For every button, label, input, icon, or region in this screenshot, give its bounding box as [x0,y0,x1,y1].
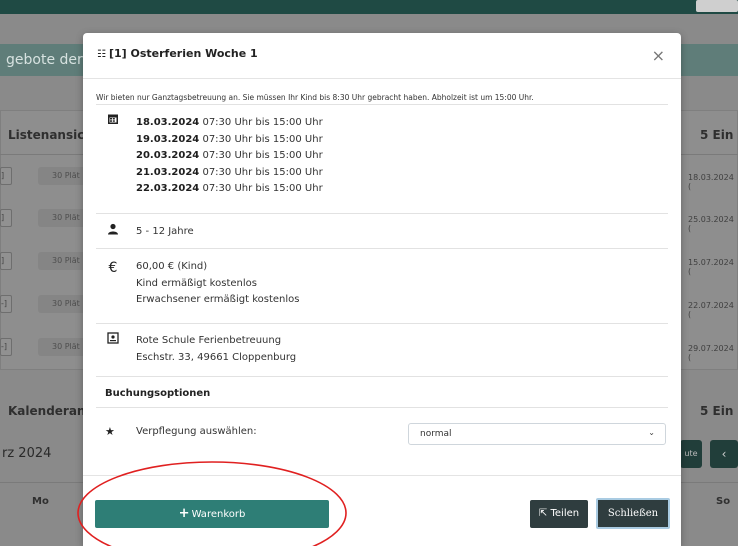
navbar-button[interactable] [696,0,738,12]
location-address: Rote Schule Ferienbetreuung Eschstr. 33,… [136,333,296,366]
date-list: 18.03.2024 07:30 Uhr bis 15:00 Uhr 19.03… [136,115,323,198]
list-row-chip[interactable]: ] [0,252,12,270]
price-item: 60,00 € (Kind) [136,261,208,272]
list-row-chip[interactable]: ] [0,209,12,227]
weekday-so: So [716,496,731,507]
age-range: 5 - 12 Jahre [136,226,194,237]
list-row-chip[interactable]: -] [0,295,12,313]
location-name: Rote Schule Ferienbetreuung [136,335,282,346]
row-date: 15.07.2024 ( [688,258,734,276]
chevron-down-icon: ⌄ [648,428,655,437]
row-date: 25.03.2024 ( [688,215,734,233]
euro-icon: € [108,260,118,276]
calendar-prev-button[interactable]: ‹ [710,440,738,468]
divider [96,248,668,249]
calendar-icon [105,113,121,128]
modal-title: ☷ [1] Osterferien Woche 1 [97,47,258,60]
calendar-view-heading: Kalenderan [8,404,86,418]
date-item: 18.03.2024 07:30 Uhr bis 15:00 Uhr [136,117,323,128]
modal-header: ☷ [1] Osterferien Woche 1 × [83,33,681,79]
share-button[interactable]: ⇱ Teilen [530,500,588,528]
page-header-text: gebote der F [6,52,96,68]
divider [96,104,668,105]
weekday-mo: Mo [32,496,49,507]
meal-select-value: normal [420,429,452,439]
list-view-heading: Listenansicl [8,128,89,142]
divider [96,323,668,324]
offer-detail-modal: ☷ [1] Osterferien Woche 1 × Wir bieten nu… [83,33,681,546]
date-item: 22.03.2024 07:30 Uhr bis 15:00 Uhr [136,183,323,194]
plus-icon: + [178,506,190,521]
calendar-month: rz 2024 [2,446,52,461]
star-icon: ★ [105,425,115,438]
price-item: Kind ermäßigt kostenlos [136,277,257,289]
price-list: 60,00 € (Kind) Kind ermäßigt kostenlos E… [136,259,299,309]
divider [680,154,738,155]
meal-select[interactable]: normal ⌄ [408,423,666,445]
entries-count: 5 Ein [700,404,734,418]
divider [0,154,90,155]
list-row-chip[interactable]: -] [0,338,12,356]
row-date: 29.07.2024 ( [688,344,734,362]
price-item: Erwachsener ermäßigt kostenlos [136,294,300,305]
divider [96,407,668,408]
list-icon: ☷ [97,49,106,60]
divider [96,376,668,377]
meal-option-label: Verpflegung auswählen: [136,426,257,437]
share-icon: ⇱ [538,508,548,519]
calendar-today-button[interactable]: ute [680,440,702,468]
add-to-cart-button[interactable]: + Warenkorb [95,500,329,528]
date-item: 21.03.2024 07:30 Uhr bis 15:00 Uhr [136,166,323,178]
close-icon[interactable]: × [652,46,665,65]
list-panel-left [0,110,90,370]
person-icon [105,223,121,238]
entries-count: 5 Ein [700,128,734,142]
row-date: 22.07.2024 ( [688,301,734,319]
modal-footer-divider [83,475,681,476]
booking-options-title: Buchungsoptionen [105,388,211,399]
date-item: 19.03.2024 07:30 Uhr bis 15:00 Uhr [136,133,323,145]
divider [96,213,668,214]
location-street: Eschstr. 33, 49661 Cloppenburg [136,351,297,363]
intro-text: Wir bieten nur Ganztagsbetreuung an. Sie… [96,93,534,102]
top-navbar [0,0,738,14]
close-button[interactable]: Schließen [596,498,670,529]
location-icon [105,332,121,347]
list-row-chip[interactable]: ] [0,167,12,185]
row-date: 18.03.2024 ( [688,173,734,191]
list-panel-right [680,110,738,370]
date-item: 20.03.2024 07:30 Uhr bis 15:00 Uhr [136,150,323,161]
chevron-left-icon: ‹ [721,447,727,461]
